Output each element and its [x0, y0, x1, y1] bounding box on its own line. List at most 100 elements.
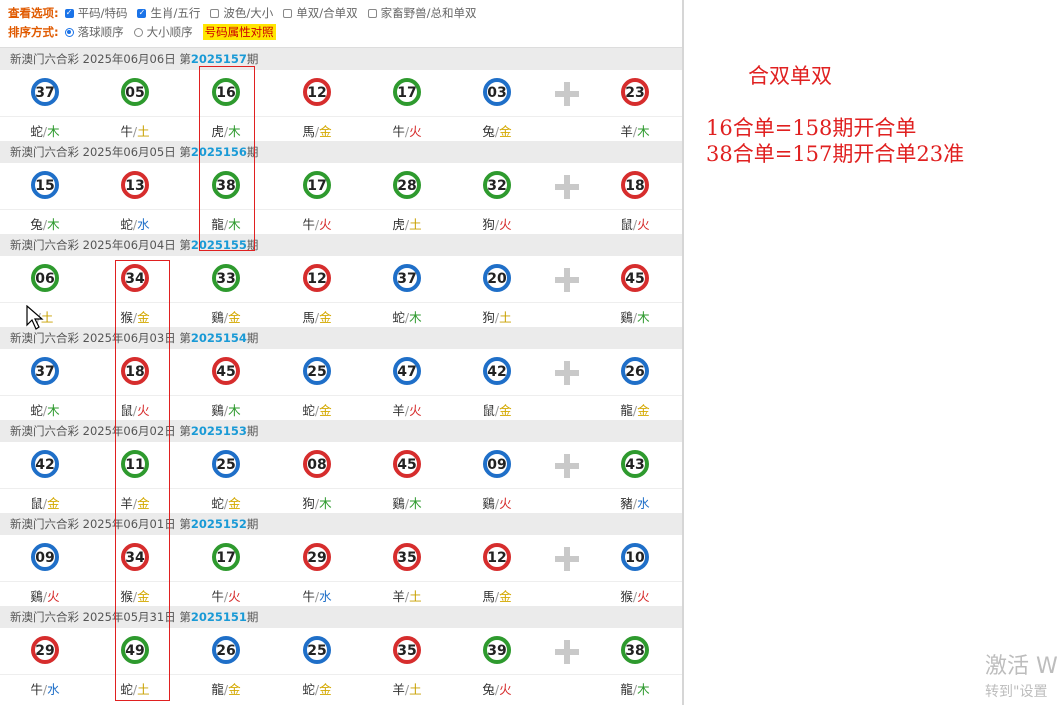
number-ball: 29 — [303, 543, 331, 571]
number-ball: 03 — [483, 78, 511, 106]
zodiac-sign: 蛇 — [392, 310, 405, 325]
ball-number: 11 — [125, 457, 145, 473]
number-ball: 17 — [212, 543, 240, 571]
number-ball: 37 — [393, 264, 421, 292]
draw-header: 新澳门六合彩 2025年06月05日 第2025156期 — [0, 141, 682, 163]
five-element: 木 — [228, 403, 241, 418]
five-element: 金 — [499, 124, 512, 139]
special-number-cell: 23 — [590, 78, 680, 110]
option-checkbox[interactable]: 单双/合单双 — [283, 5, 358, 21]
ball-number: 23 — [625, 85, 645, 101]
zodiac-row: 蛇/木 鼠/火 鷄/木 蛇/金 羊/火 鼠/金 龍/金 — [0, 395, 682, 420]
zodiac-sign: 龍 — [211, 217, 224, 232]
zodiac-sign: 羊 — [392, 589, 405, 604]
number-cell: 08 — [272, 450, 362, 482]
number-ball: 45 — [212, 357, 240, 385]
zodiac-sign: 虎 — [211, 124, 224, 139]
number-cell: 12 — [272, 78, 362, 110]
sort-options-label: 排序方式: — [8, 25, 59, 39]
ball-number: 17 — [307, 178, 327, 194]
five-element: 金 — [228, 310, 241, 325]
zodiac-element-cell: 牛/火 — [181, 586, 271, 605]
radio-selected-icon — [64, 27, 74, 37]
issue-prefix: 第 — [179, 610, 191, 624]
draw-date: 2025年06月04日 — [82, 238, 176, 252]
number-cell: 34 — [90, 264, 180, 296]
zodiac-element-cell: 羊/金 — [90, 493, 180, 512]
number-cell: 09 — [452, 450, 542, 482]
option-checkbox[interactable]: ✓ 生肖/五行 — [137, 5, 200, 21]
zodiac-sign: 狗 — [302, 496, 315, 511]
zodiac-element-cell: 龍/金 — [181, 679, 271, 698]
number-cell: 45 — [181, 357, 271, 389]
zodiac-sign: 猴 — [620, 589, 633, 604]
ball-number: 32 — [487, 178, 507, 194]
zodiac-element-cell: 牛/水 — [272, 586, 362, 605]
issue-number: 2025156 — [190, 145, 247, 159]
five-element: 木 — [319, 496, 332, 511]
issue-prefix: 第 — [179, 424, 191, 438]
number-ball: 38 — [212, 171, 240, 199]
draw-header: 新澳门六合彩 2025年06月04日 第2025155期 — [0, 234, 682, 256]
number-cell: 37 — [0, 357, 90, 389]
zodiac-sign: 鼠 — [482, 403, 495, 418]
zodiac-sign: 鼠 — [30, 496, 43, 511]
number-ball: 34 — [121, 543, 149, 571]
zodiac-sign: 兔 — [30, 217, 43, 232]
zodiac-element-cell: 鼠/火 — [90, 400, 180, 419]
ball-number: 12 — [307, 271, 327, 287]
ball-number: 26 — [216, 643, 236, 659]
zodiac-sign: 羊 — [120, 496, 133, 511]
five-element: 金 — [499, 589, 512, 604]
zodiac-row: /土猴/金鷄/金馬/金蛇/木狗/土 鷄/木 — [0, 302, 682, 327]
zodiac-element-cell: 牛/火 — [362, 121, 452, 140]
ball-number: 49 — [125, 643, 145, 659]
five-element: 金 — [228, 682, 241, 697]
zodiac-sign: 馬 — [302, 310, 315, 325]
ball-number: 35 — [397, 643, 417, 659]
mouse-cursor-icon — [26, 305, 44, 330]
sort-radio-size-order[interactable]: 大小顺序 — [133, 24, 193, 40]
issue-suffix: 期 — [246, 52, 259, 66]
zodiac-sign: 羊 — [620, 124, 633, 139]
zodiac-sign: 牛 — [392, 124, 405, 139]
option-checkbox[interactable]: 家畜野兽/总和单双 — [367, 5, 476, 21]
ball-number: 33 — [216, 271, 236, 287]
number-ball: 09 — [31, 543, 59, 571]
number-ball: 12 — [303, 78, 331, 106]
zodiac-element-cell: 狗/木 — [272, 493, 362, 512]
draw-header: 新澳门六合彩 2025年06月06日 第2025157期 — [0, 48, 682, 70]
zodiac-sign: 羊 — [392, 682, 405, 697]
number-ball: 38 — [621, 636, 649, 664]
five-element: 土 — [409, 589, 422, 604]
zodiac-element-cell: 鼠/金 — [0, 493, 90, 512]
attribute-table-link[interactable]: 号码属性对照 — [202, 24, 276, 40]
option-checkbox[interactable]: 波色/大小 — [210, 5, 273, 21]
number-cell: 35 — [362, 636, 452, 668]
number-cell: 12 — [452, 543, 542, 575]
sort-radio-drop-order[interactable]: 落球顺序 — [64, 24, 124, 40]
issue-number: 2025152 — [190, 517, 247, 531]
results-panel: 查看选项: ✓ 平码/特码 ✓ 生肖/五行 波色/大小 单双/合单双 家畜野兽/总和… — [0, 0, 684, 705]
issue-number: 2025157 — [190, 52, 247, 66]
zodiac-sign: 鼠 — [120, 403, 133, 418]
ball-number: 12 — [307, 85, 327, 101]
number-cell: 03 — [452, 78, 542, 110]
option-checkbox[interactable]: ✓ 平码/特码 — [64, 5, 127, 21]
number-cell: 25 — [272, 636, 362, 668]
five-element: 火 — [499, 682, 512, 697]
zodiac-element-cell: 兔/金 — [452, 121, 542, 140]
ball-number: 42 — [487, 364, 507, 380]
five-element: 金 — [137, 496, 150, 511]
ball-number: 09 — [35, 550, 55, 566]
zodiac-element-cell: 蛇/金 — [272, 679, 362, 698]
ball-number: 35 — [397, 550, 417, 566]
number-cell: 42 — [452, 357, 542, 389]
ball-number: 08 — [307, 457, 327, 473]
ball-number: 17 — [397, 85, 417, 101]
zodiac-sign: 蛇 — [302, 682, 315, 697]
zodiac-element-cell: 鷄/火 — [0, 586, 90, 605]
options-bar: 查看选项: ✓ 平码/特码 ✓ 生肖/五行 波色/大小 单双/合单双 家畜野兽/总和… — [0, 0, 682, 48]
ball-number: 18 — [625, 178, 645, 194]
ball-number: 09 — [487, 457, 507, 473]
